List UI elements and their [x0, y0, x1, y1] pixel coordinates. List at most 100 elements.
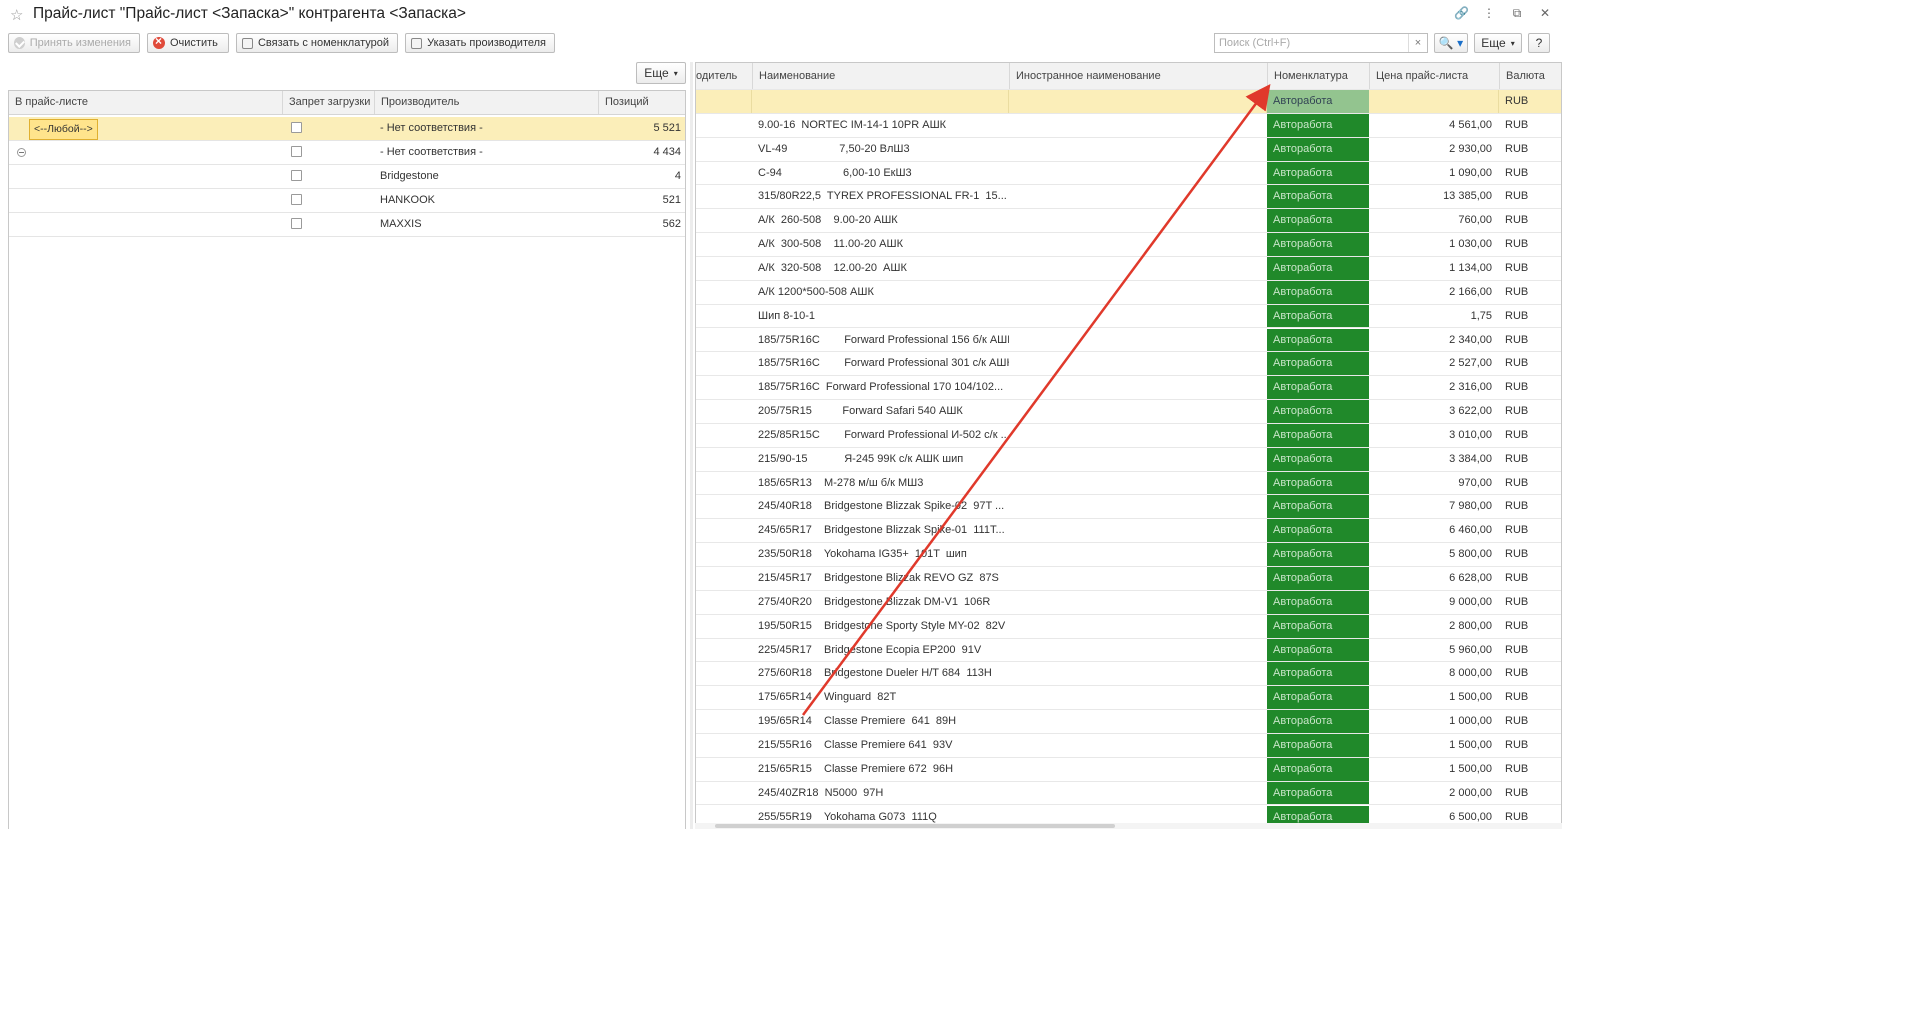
table-row[interactable]: VL-49 7,50-20 ВлШ3 Авторабота 2 930,00 RUB [696, 137, 1561, 162]
table-row[interactable]: HANKOOK 521 [9, 189, 685, 213]
table-row[interactable]: 245/40ZR18 N5000 97H Авторабота 2 000,00 RU… [696, 781, 1561, 806]
price-cell: 7 980,00 [1449, 500, 1492, 513]
col-manufacturer-cut[interactable]: одитель [696, 63, 752, 89]
foreign-name-cell [1009, 233, 1267, 256]
col-manufacturer[interactable]: Производитель [374, 91, 598, 114]
link-nomenclature-button[interactable]: Связать с номенклатурой [236, 33, 398, 53]
horizontal-scrollbar[interactable] [695, 823, 1562, 829]
price-cell: 2 316,00 [1449, 381, 1492, 394]
foreign-name-cell [1009, 734, 1267, 757]
table-row[interactable]: 185/75R16C Forward Professional 301 с/к … [696, 352, 1561, 377]
manufacturer-doc-icon [411, 37, 423, 49]
table-row[interactable]: А/К 320-508 12.00-20 АШК Авторабота 1 134,… [696, 256, 1561, 281]
table-row[interactable]: 275/40R20 Bridgestone Blizzak DM-V1 106R… [696, 590, 1561, 615]
table-row[interactable]: 9.00-16 NORTEC IM-14-1 10PR АШК Авторабот… [696, 113, 1561, 138]
check-icon [14, 37, 25, 49]
more-icon[interactable]: ⋮ [1482, 6, 1496, 21]
restore-icon[interactable]: ⧉ [1510, 6, 1524, 21]
more-button-left[interactable]: Еще ▾ [636, 62, 686, 84]
table-row[interactable]: 185/65R13 М-278 м/ш б/к МШ3 Авторабота 970… [696, 471, 1561, 496]
load-ban-checkbox[interactable] [291, 170, 302, 181]
currency-cell: RUB [1505, 500, 1529, 513]
nomenclature-cell: Авторабота [1267, 209, 1369, 233]
nomenclature-cell: Авторабота [1267, 543, 1369, 566]
foreign-name-cell [1009, 400, 1267, 423]
price-cell: 1 134,00 [1449, 261, 1492, 274]
table-row[interactable]: 185/75R16C Forward Professional 156 б/к … [696, 328, 1561, 353]
table-row[interactable]: А/К 1200*500-508 АШК Авторабота 2 166,00 RU… [696, 280, 1561, 305]
foreign-name-cell [1009, 782, 1267, 805]
manufacturer-cell [696, 90, 752, 113]
table-row[interactable]: Авторабота RUB [696, 90, 1561, 114]
table-row[interactable]: - Нет соответствия - 4 434 [9, 141, 685, 165]
collapse-icon[interactable] [17, 148, 26, 157]
load-ban-cell [282, 165, 374, 188]
table-row[interactable]: 275/60R18 Bridgestone Dueler H/T 684 113… [696, 662, 1561, 687]
table-row[interactable]: MAXXIS 562 [9, 213, 685, 237]
col-name[interactable]: Наименование [752, 63, 1009, 89]
table-row[interactable]: 245/40R18 Bridgestone Blizzak Spike-02 9… [696, 495, 1561, 520]
col-load-ban[interactable]: Запрет загрузки [282, 91, 374, 114]
col-positions[interactable]: Позиций [598, 91, 687, 114]
any-value-tag[interactable]: <--Любой--> [29, 119, 98, 140]
table-row[interactable]: 175/65R14 Winguard 82T Авторабота 1 500,00… [696, 686, 1561, 711]
chevron-down-icon: ▾ [673, 68, 678, 78]
link-icon[interactable]: 🔗 [1454, 6, 1469, 21]
currency-cell: RUB [1505, 238, 1529, 251]
table-row[interactable]: 205/75R15 Forward Safari 540 АШК Авторабо… [696, 400, 1561, 424]
nomenclature-cell: Авторабота [1267, 781, 1369, 805]
scroll-thumb[interactable] [715, 824, 1115, 828]
table-row[interactable]: Bridgestone 4 [9, 165, 685, 189]
col-in-price[interactable]: В прайс-листе [9, 91, 282, 114]
accept-changes-button[interactable]: Принять изменения [8, 33, 140, 53]
foreign-name-cell [1009, 305, 1267, 328]
table-row[interactable]: 215/65R15 Classe Premiere 672 96H Автораб… [696, 757, 1561, 782]
manufacturer-cell [696, 495, 752, 518]
close-icon[interactable]: ✕ [1538, 6, 1552, 21]
table-row[interactable]: 195/65R14 Classe Premiere 641 89H Автораб… [696, 710, 1561, 734]
name-cell: Шип 8-10-1 [758, 309, 816, 322]
panel-splitter[interactable] [690, 62, 693, 829]
load-ban-checkbox[interactable] [291, 194, 302, 205]
load-ban-checkbox[interactable] [291, 146, 302, 157]
name-cell: 185/75R16C Forward Professional 156 б/к … [758, 333, 1009, 346]
search-clear-icon[interactable]: × [1408, 34, 1427, 52]
table-row[interactable]: 315/80R22,5 TYREX PROFESSIONAL FR-1 15..… [696, 185, 1561, 210]
table-row[interactable]: <--Любой--> - Нет соответствия - 5 521 [9, 117, 685, 141]
table-row[interactable]: А/К 300-508 11.00-20 АШК Авторабота 1 030,… [696, 233, 1561, 257]
help-button[interactable]: ? [1528, 33, 1550, 53]
name-cell: 195/50R15 Bridgestone Sporty Style MY-02… [758, 619, 1006, 632]
table-row[interactable]: 215/45R17 Bridgestone Blizzak REVO GZ 87… [696, 567, 1561, 591]
table-row[interactable]: С-94 6,00-10 ЕкШ3 Авторабота 1 090,00 RUB [696, 161, 1561, 186]
table-row[interactable]: 245/65R17 Bridgestone Blizzak Spike-01 1… [696, 519, 1561, 544]
manufacturer-cell: - Нет соответствия - [380, 146, 483, 158]
load-ban-checkbox[interactable] [291, 122, 302, 133]
favorite-star-icon[interactable]: ☆ [10, 6, 23, 24]
table-row[interactable]: 225/85R15C Forward Professional И-502 с/… [696, 423, 1561, 448]
table-row[interactable]: 225/45R17 Bridgestone Ecopia EP200 91V Ав… [696, 638, 1561, 663]
table-row[interactable]: 235/50R18 Yokohama IG35+ 101T шип Автораб… [696, 543, 1561, 567]
currency-cell: RUB [1505, 786, 1529, 799]
search-button[interactable]: 🔍 ▾ [1434, 33, 1468, 53]
name-cell: С-94 6,00-10 ЕкШ3 [758, 166, 912, 179]
table-row[interactable]: 185/75R16C Forward Professional 170 104/… [696, 376, 1561, 401]
price-cell [1369, 90, 1499, 113]
table-row[interactable]: 215/55R16 Classe Premiere 641 93V Автораб… [696, 733, 1561, 758]
table-row[interactable]: А/К 260-508 9.00-20 АШК Авторабота 760,00 R… [696, 209, 1561, 234]
table-row[interactable]: Шип 8-10-1 Авторабота 1,75 RUB [696, 304, 1561, 329]
load-ban-checkbox[interactable] [291, 218, 302, 229]
clear-button[interactable]: Очистить [147, 33, 229, 53]
more-button-right[interactable]: Еще ▾ [1474, 33, 1522, 53]
table-row[interactable]: 195/50R15 Bridgestone Sporty Style MY-02… [696, 614, 1561, 639]
search-input[interactable]: Поиск (Ctrl+F) × [1214, 33, 1428, 53]
col-foreign-name[interactable]: Иностранное наименование [1009, 63, 1267, 89]
currency-cell: RUB [1505, 285, 1529, 298]
set-manufacturer-button[interactable]: Указать производителя [405, 33, 555, 53]
col-price[interactable]: Цена прайс-листа [1369, 63, 1499, 89]
foreign-name-cell [1009, 209, 1267, 232]
col-currency[interactable]: Валюта [1499, 63, 1561, 89]
col-nomenclature[interactable]: Номенклатура [1267, 63, 1369, 89]
price-cell: 1 030,00 [1449, 238, 1492, 251]
currency-cell: RUB [1505, 619, 1529, 632]
table-row[interactable]: 215/90-15 Я-245 99К с/к АШК шип Авторабот… [696, 447, 1561, 472]
